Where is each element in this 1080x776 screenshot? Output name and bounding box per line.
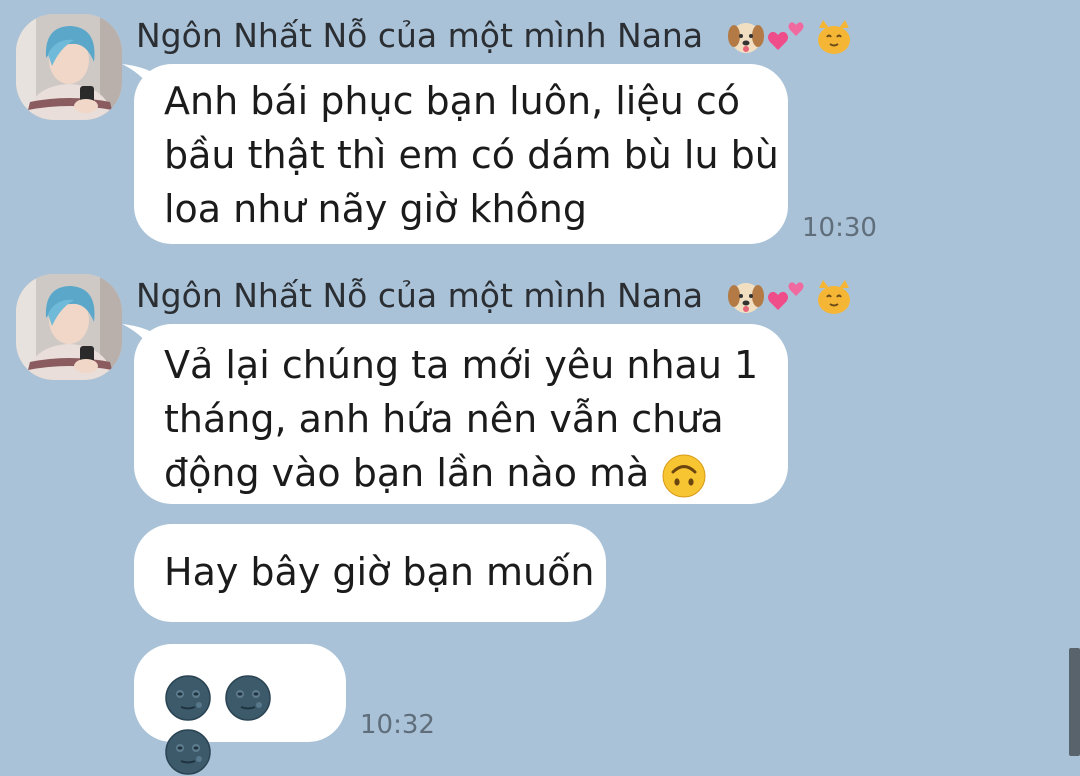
sender-avatar[interactable] [16,14,122,120]
message-timestamp: 10:30 [802,213,877,243]
message-bubble[interactable]: Hay bây giờ bạn muốn [134,524,606,622]
sender-name: Ngôn Nhất Nỗ của một mình Nana [136,14,856,58]
message-text-line: Vả lại chúng ta mới yêu nhau 1 [164,343,759,387]
chat-view[interactable]: Ngôn Nhất Nỗ của một mình Nana Anh bái p… [0,0,1080,775]
dog-face-icon [727,22,764,53]
message-bubble[interactable]: Vả lại chúng ta mới yêu nhau 1 tháng, an… [134,324,788,504]
two-hearts-icon [767,281,804,310]
upside-down-face-icon [661,453,707,499]
new-moon-face-icon [224,674,272,722]
message-text-fragment: động vào bạn lần nào mà [164,451,650,495]
scrollbar-thumb[interactable] [1069,648,1080,756]
cat-face-icon [817,19,850,54]
message-text-line: động vào bạn lần nào mà [164,446,758,500]
cat-face-icon [817,279,850,314]
sender-name-text: Ngôn Nhất Nỗ của một mình Nana [136,16,704,55]
message-text-line: Hay bây giờ bạn muốn [164,550,595,594]
message-bubble[interactable] [134,644,346,775]
message-bubble[interactable]: Anh bái phục bạn luôn, liệu có bầu thật … [134,64,788,244]
dog-face-icon [727,282,764,313]
sender-name-text: Ngôn Nhất Nỗ của một mình Nana [136,276,704,315]
message-text-line: Anh bái phục bạn luôn, liệu có [164,79,741,123]
new-moon-face-icon [164,674,212,722]
sender-avatar[interactable] [16,274,122,380]
sender-emojis [726,16,856,60]
two-hearts-icon [767,21,804,50]
sender-name: Ngôn Nhất Nỗ của một mình Nana [136,274,856,318]
message-text-line: loa như nãy giờ không [164,187,587,231]
message-text-line: bầu thật thì em có dám bù lu bù [164,133,779,177]
new-moon-face-icon [164,728,212,776]
message-text-line: tháng, anh hứa nên vẫn chưa [164,397,724,441]
sender-emojis [726,276,856,320]
message-timestamp: 10:32 [360,710,435,740]
